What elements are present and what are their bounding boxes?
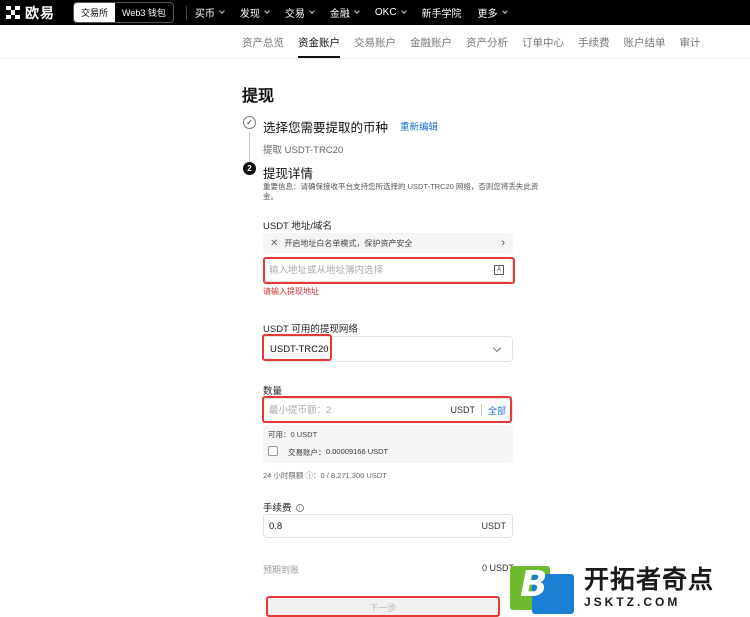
network-notice: 重要信息：请确保接收平台支持您所选择的 USDT-TRC20 网络，否则您将丢失… [263,182,539,201]
tab-trading-account[interactable]: 交易账户 [354,35,396,58]
brand-logo[interactable]: 欧易 [6,3,55,23]
tab-order-center[interactable]: 订单中心 [522,35,564,58]
tab-statements[interactable]: 账户结单 [624,35,666,58]
watermark-logo: B [510,560,576,617]
chevron-down-icon [400,8,407,14]
mode-toggle: 交易所 Web3 钱包 [73,2,174,23]
close-icon[interactable]: ✕ [270,238,278,249]
asset-subnav: 资产总览 资金账户 交易账户 金融账户 资产分析 订单中心 手续费 账户结单 审… [0,25,750,59]
mode-web3-button[interactable]: Web3 钱包 [115,3,173,22]
trading-account-checkbox[interactable] [268,446,278,456]
fee-input-box: USDT [263,514,513,538]
available-balance: 可用：0 USDT [268,430,318,439]
info-icon[interactable]: i [295,504,304,513]
step1-summary: 提取 USDT-TRC20 [263,145,344,156]
watermark-cn: 开拓者奇点 [584,566,715,594]
address-book-icon[interactable]: A [494,265,504,275]
brand-name: 欧易 [25,4,55,21]
tab-fees[interactable]: 手续费 [578,35,610,58]
watermark-en: JSKTZ.COM [584,595,681,609]
watermark-letter: B [520,564,548,605]
nav-item-academy[interactable]: 新手学院 [422,5,462,20]
step2-number-badge: 2 [243,162,256,175]
trading-account-label: 交易账户： [288,448,326,457]
network-label: USDT 可用的提现网络 [263,324,358,335]
address-error: 请输入提现地址 [263,287,319,296]
step-connector [249,132,250,162]
max-amount-button[interactable]: 全部 [488,404,506,417]
divider [480,404,482,416]
nav-item-okc[interactable]: OKC [375,7,407,18]
trading-account-value: 0.00009166 USDT [326,447,389,456]
amount-input[interactable] [269,404,451,416]
chevron-down-icon [354,8,360,14]
tab-funding-account[interactable]: 资金账户 [298,35,340,58]
chevron-right-icon: › [501,237,505,249]
amount-label: 数量 [263,386,283,397]
nav-item-trade[interactable]: 交易 [285,5,315,20]
chevron-down-icon [264,8,270,14]
amount-input-box: USDT 全部 [263,398,513,422]
network-value: USDT-TRC20 [270,343,329,355]
page-title: 提现 [242,88,275,105]
step1-title: 选择您需要提取的币种 [263,121,389,135]
whitelist-text: 开启地址白名单模式，保护资产安全 [284,238,413,248]
address-label: USDT 地址/域名 [263,221,332,232]
okx-logo-icon [6,5,20,20]
address-input-box: A [263,258,513,282]
nav-item-buy[interactable]: 买币 [195,5,225,20]
main-nav: 买币 发现 交易 金融 OKC 新手学院 更多 [195,5,523,20]
watermark: B 开拓者奇点 JSKTZ.COM [510,560,750,617]
fee-unit: USDT [481,521,507,531]
whitelist-banner[interactable]: ✕ 开启地址白名单模式，保护资产安全 › [263,233,513,253]
top-navbar: 欧易 交易所 Web3 钱包 买币 发现 交易 金融 OKC 新手学院 更多 [0,0,750,25]
network-select[interactable]: USDT-TRC20 [263,336,513,362]
nav-item-more[interactable]: 更多 [478,5,508,20]
tab-finance-account[interactable]: 金融账户 [410,35,452,58]
fee-label: 手续费 i [263,500,304,514]
address-input[interactable] [269,264,494,276]
tab-audit[interactable]: 审计 [680,35,701,58]
chevron-down-icon [219,8,225,14]
next-button[interactable]: 下一步 [268,598,498,616]
chevron-down-icon [501,8,508,14]
step1-check-icon: ✓ [243,116,256,129]
nav-item-discover[interactable]: 发现 [240,5,270,20]
amount-unit: USDT [450,405,475,415]
fee-input[interactable] [269,520,482,532]
daily-limit: 24 小时限额 ⓘ：0 / 8,271,300 USDT [263,471,387,480]
expected-arrival-label: 预期到账 [263,565,300,575]
reedit-link[interactable]: 重新编辑 [400,119,438,133]
tab-asset-analysis[interactable]: 资产分析 [466,35,508,58]
nav-item-finance[interactable]: 金融 [330,5,360,20]
nav-divider [185,5,187,20]
tab-asset-overview[interactable]: 资产总览 [242,35,284,58]
chevron-down-icon [492,343,502,352]
mode-exchange-button[interactable]: 交易所 [74,3,116,22]
balance-panel: 可用：0 USDT 交易账户： 0.00009166 USDT [263,425,513,463]
step2-title: 提现详情 [263,167,314,181]
chevron-down-icon [309,8,315,14]
